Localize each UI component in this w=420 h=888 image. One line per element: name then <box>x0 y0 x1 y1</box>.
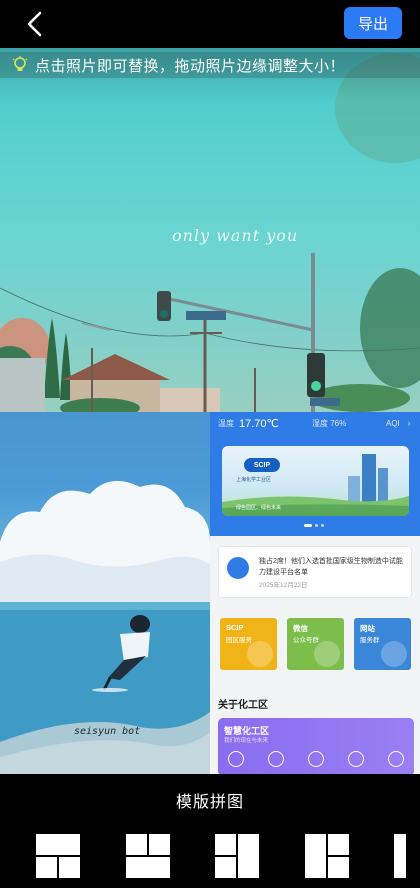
banner-slogan: 绿色园区、绿色未来 <box>236 505 282 511</box>
tip-text: 点击照片即可替换，拖动照片边缘调整大小！ <box>35 57 346 75</box>
chevron-left-icon <box>27 11 42 37</box>
photo-slot-bottom-right[interactable]: 温度 17.70℃ 湿度 76% AQI › SCIP 上海化学工业区 绿色园区… <box>210 412 420 774</box>
target-icon <box>348 751 364 767</box>
seaside-illustration <box>0 480 210 774</box>
top-bar: 导出 <box>0 0 420 48</box>
globe-icon <box>381 641 407 667</box>
layout-template-strip <box>0 828 420 888</box>
collage-canvas: 点击照片即可替换，拖动照片边缘调整大小！ only want you seisy… <box>0 48 420 774</box>
news-card: 独占2席！他们入选首批国家级生物制造中试能力建设平台名单 2025年12月22日 <box>218 546 412 598</box>
collage-editor-screen: 导出 点击照片即可替换，拖动照片边缘调整大小！ only want you se… <box>0 0 420 888</box>
temperature-label: 温度 <box>218 418 234 428</box>
temperature-value: 17.70℃ <box>239 417 279 430</box>
artwork-signature: seisyun bot <box>74 726 141 737</box>
app-header-panel: 温度 17.70℃ 湿度 76% AQI › SCIP 上海化学工业区 绿色园区… <box>210 412 420 536</box>
news-date: 2025年12月22日 <box>259 582 308 589</box>
layout-template-2[interactable] <box>126 834 170 878</box>
layout-template-5[interactable] <box>394 834 420 878</box>
tile-website: 网站 服务群 <box>354 618 411 670</box>
service-tiles: SCIP 园区服务 微信 公众号群 网站 服务群 <box>220 618 414 670</box>
layout-3-icon <box>215 834 259 878</box>
tip-banner: 点击照片即可替换，拖动照片边缘调整大小！ <box>0 52 420 78</box>
export-button[interactable]: 导出 <box>344 7 402 39</box>
smart-park-icons <box>228 751 404 767</box>
layout-4-icon <box>305 834 349 878</box>
building-icon <box>247 641 273 667</box>
layout-5-icon <box>394 834 406 878</box>
template-collage-label: 模版拼图 <box>175 794 244 811</box>
news-icon <box>227 557 249 579</box>
triangle-icon <box>308 751 324 767</box>
photo-caption-script: only want you <box>172 226 299 245</box>
camera-icon <box>388 751 404 767</box>
gear-icon <box>268 751 284 767</box>
section-title: 关于化工区 <box>218 700 268 711</box>
smart-park-card: 智慧化工区 我们的现在与未来 <box>218 718 414 774</box>
photo-slot-top[interactable]: 点击照片即可替换，拖动照片边缘调整大小！ only want you <box>0 48 420 412</box>
temperature-readout: 温度 17.70℃ <box>218 416 279 430</box>
banner-subtitle: 上海化学工业区 <box>236 477 272 483</box>
aqi-label: AQI <box>386 418 400 428</box>
smart-park-subtitle: 我们的现在与未来 <box>224 738 269 744</box>
lightbulb-icon <box>12 56 28 71</box>
eye-icon <box>228 751 244 767</box>
layout-template-4[interactable] <box>305 834 349 878</box>
chevron-right-icon: › <box>407 418 411 428</box>
tile-park-service: SCIP 园区服务 <box>220 618 277 670</box>
carousel-dots <box>304 524 324 527</box>
aqi-readout: AQI › <box>386 416 410 430</box>
wechat-icon <box>314 641 340 667</box>
photo-slot-bottom-left[interactable]: seisyun bot <box>0 412 210 774</box>
layout-template-1[interactable] <box>36 834 80 878</box>
layout-2-icon <box>126 834 170 878</box>
banner-logo: SCIP <box>244 458 280 472</box>
back-button[interactable] <box>20 8 52 40</box>
humidity-readout: 湿度 76% <box>312 418 347 428</box>
tile-wechat: 微信 公众号群 <box>287 618 344 670</box>
layout-1-icon <box>36 834 80 878</box>
layout-template-3[interactable] <box>215 834 259 878</box>
promo-banner: SCIP 上海化学工业区 绿色园区、绿色未来 <box>222 446 409 516</box>
news-title: 独占2席！他们入选首批国家级生物制造中试能力建设平台名单 <box>259 558 403 576</box>
